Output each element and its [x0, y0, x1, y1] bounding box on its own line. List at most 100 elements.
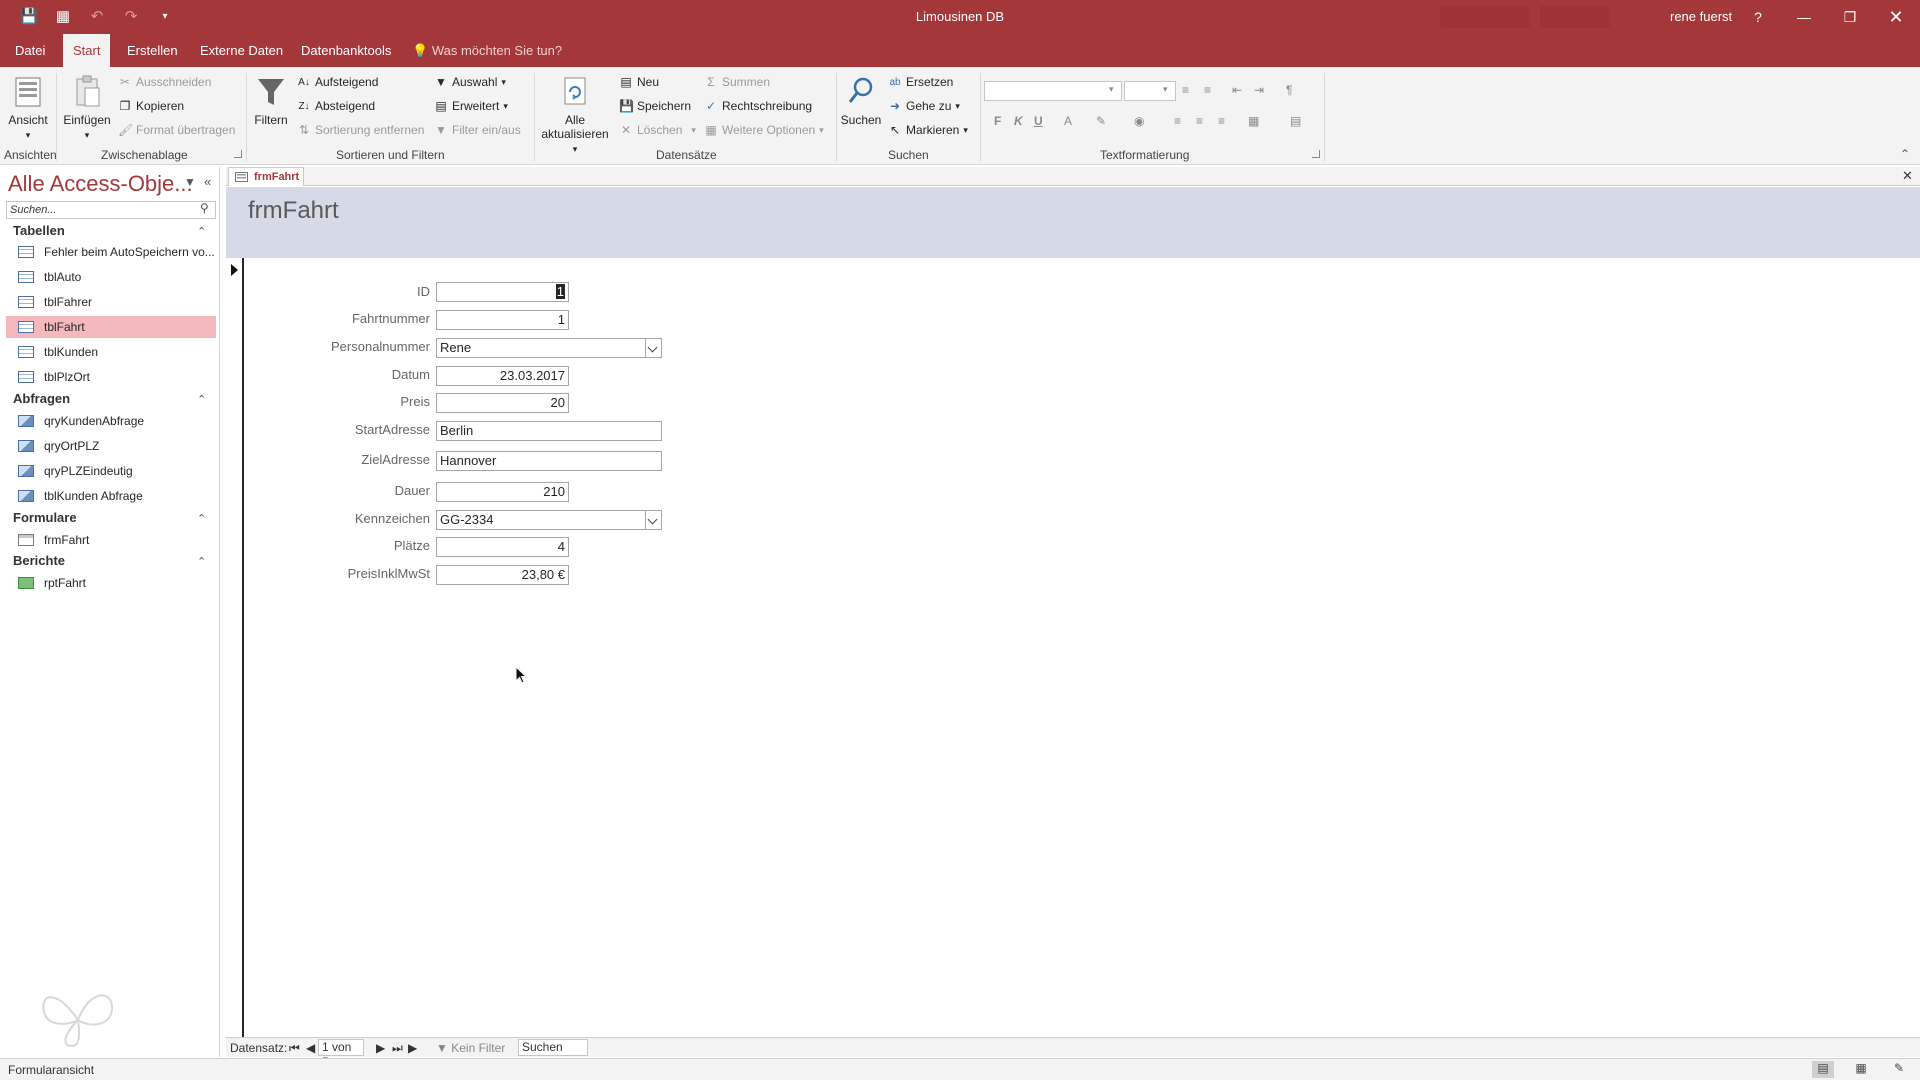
nav-item-query[interactable]: qryKundenAbfrage [6, 410, 216, 432]
alle-aktualisieren-button[interactable]: Alle aktualisieren ▾ [540, 75, 610, 155]
markieren-button[interactable]: ↖ Markieren ▾ [888, 123, 968, 137]
new-record-icon[interactable]: ▶ [408, 1041, 417, 1055]
nav-item-table[interactable]: Fehler beim AutoSpeichern vo... [6, 241, 216, 263]
nav-group-tabellen[interactable]: Tabellen [13, 223, 65, 238]
dialog-launcher-icon[interactable] [1312, 150, 1320, 158]
field-datum[interactable]: 23.03.2017 [436, 366, 569, 386]
previous-record-icon[interactable]: ◀ [306, 1041, 315, 1055]
nav-search-input[interactable]: Suchen... [6, 201, 216, 219]
chevron-up-icon[interactable]: ⌃ [197, 393, 206, 406]
field-zieladresse[interactable]: Hannover [436, 451, 662, 471]
field-plaetze[interactable]: 4 [436, 537, 569, 557]
ausschneiden-button[interactable]: ✂ Ausschneiden [118, 75, 211, 89]
nav-item-query[interactable]: tblKunden Abfrage [6, 485, 216, 507]
underline-button[interactable]: U [1034, 114, 1043, 128]
font-color-icon[interactable]: A [1064, 114, 1072, 128]
erweitert-button[interactable]: ▤ Erweitert ▾ [434, 99, 508, 113]
nav-group-abfragen[interactable]: Abfragen [13, 391, 70, 406]
weitere-optionen-button[interactable]: ▦ Weitere Optionen ▾ [704, 123, 823, 137]
tab-datei[interactable]: Datei [5, 34, 55, 67]
record-search-input[interactable]: Suchen [518, 1039, 588, 1056]
nav-group-berichte[interactable]: Berichte [13, 553, 65, 568]
tab-externe-daten[interactable]: Externe Daten [190, 34, 293, 67]
nav-item-table[interactable]: tblKunden [6, 341, 216, 363]
kopieren-button[interactable]: ❐ Kopieren [118, 99, 184, 113]
layout-view-icon[interactable]: ▦ [1850, 1061, 1872, 1078]
first-record-icon[interactable]: ⏮ [289, 1041, 300, 1056]
nav-item-table[interactable]: tblFahrer [6, 291, 216, 313]
design-view-icon[interactable]: ✎ [1888, 1061, 1910, 1078]
minimize-icon[interactable]: — [1781, 0, 1827, 34]
field-preis[interactable]: 20 [436, 393, 569, 413]
chevron-up-icon[interactable]: ⌃ [197, 512, 206, 525]
record-position-input[interactable]: 1 von 5 [318, 1039, 364, 1069]
nav-item-table[interactable]: tblAuto [6, 266, 216, 288]
summen-button[interactable]: Σ Summen [704, 75, 770, 89]
chevron-down-icon[interactable] [645, 511, 661, 529]
form-view-icon[interactable]: ▤ [1812, 1061, 1834, 1078]
rechtschreibung-button[interactable]: ✓ Rechtschreibung [704, 99, 812, 113]
gehe-zu-button[interactable]: ➜ Gehe zu ▾ [888, 99, 960, 113]
nav-item-report[interactable]: rptFahrt [6, 572, 216, 594]
last-record-icon[interactable]: ⏭ [392, 1041, 403, 1056]
tab-start[interactable]: Start [63, 34, 111, 67]
search-icon[interactable]: ⚲ [200, 201, 209, 215]
field-dauer[interactable]: 210 [436, 482, 569, 502]
aufsteigend-button[interactable]: A↓ Aufsteigend [297, 75, 378, 89]
ansicht-button[interactable]: Ansicht ▾ [6, 75, 50, 141]
nav-item-table-selected[interactable]: tblFahrt [6, 316, 216, 338]
highlight-icon[interactable]: ✎ [1096, 114, 1106, 128]
bold-button[interactable]: F [994, 114, 1001, 128]
paragraph-direction-icon[interactable]: ¶ [1286, 83, 1292, 97]
help-button[interactable]: ? [1735, 0, 1781, 34]
speichern-button[interactable]: 💾 Speichern [619, 99, 691, 113]
indent-decrease-icon[interactable]: ⇤ [1232, 83, 1242, 97]
close-icon[interactable]: ✕ [1873, 0, 1919, 34]
field-personalnummer-combo[interactable]: Rene [436, 338, 662, 358]
nav-group-formulare[interactable]: Formulare [13, 510, 77, 525]
next-record-icon[interactable]: ▶ [376, 1041, 385, 1055]
einfuegen-button[interactable]: Einfügen ▾ [62, 75, 112, 141]
nav-item-query[interactable]: qryPLZEindeutig [6, 460, 216, 482]
loeschen-button[interactable]: ✕ Löschen ▾ [619, 123, 696, 137]
filtern-button[interactable]: Filtern [250, 75, 292, 127]
tab-datenbanktools[interactable]: Datenbanktools [291, 34, 401, 67]
sortierung-entfernen-button[interactable]: ⇅ Sortierung entfernen [297, 123, 424, 137]
field-fahrtnummer[interactable]: 1 [436, 310, 569, 330]
align-right-icon[interactable]: ≡ [1218, 114, 1225, 128]
chevron-down-icon[interactable]: ▼ [184, 175, 196, 189]
gridlines-icon[interactable]: ▦ [1248, 114, 1259, 128]
field-preisinklmwst[interactable]: 23,80 € [436, 565, 569, 585]
filter-ein-aus-button[interactable]: ▼ Filter ein/aus [434, 123, 521, 137]
user-name[interactable]: rene fuerst [1670, 9, 1732, 24]
dialog-launcher-icon[interactable] [234, 150, 242, 158]
chevron-down-icon[interactable] [645, 339, 661, 357]
tab-erstellen[interactable]: Erstellen [117, 34, 188, 67]
nav-item-form[interactable]: frmFahrt [6, 529, 216, 551]
field-kennzeichen-combo[interactable]: GG-2334 [436, 510, 662, 530]
indent-increase-icon[interactable]: ⇥ [1254, 83, 1264, 97]
tell-me-search[interactable]: 💡 Was möchten Sie tun? [412, 34, 562, 67]
ersetzen-button[interactable]: ab Ersetzen [888, 75, 953, 89]
field-startadresse[interactable]: Berlin [436, 421, 662, 441]
align-left-icon[interactable]: ≡ [1174, 114, 1181, 128]
font-name-combo[interactable]: ▾ [984, 81, 1122, 101]
no-filter-button[interactable]: ▼ Kein Filter [436, 1041, 505, 1055]
neu-button[interactable]: ▤ Neu [619, 75, 659, 89]
format-uebertragen-button[interactable]: 🖌 Format übertragen [118, 123, 235, 137]
nav-item-query[interactable]: qryOrtPLZ [6, 435, 216, 457]
fill-color-icon[interactable]: ◉ [1134, 114, 1144, 128]
restore-icon[interactable]: ❐ [1827, 0, 1873, 34]
numbered-list-icon[interactable]: ≡ [1204, 83, 1211, 97]
document-tab-frmfahrt[interactable]: frmFahrt [228, 167, 304, 186]
align-center-icon[interactable]: ≡ [1196, 114, 1203, 128]
collapse-pane-icon[interactable]: « [204, 174, 211, 189]
chevron-up-icon[interactable]: ⌃ [197, 225, 206, 238]
absteigend-button[interactable]: Z↓ Absteigend [297, 99, 375, 113]
close-document-icon[interactable]: ✕ [1902, 168, 1913, 184]
collapse-ribbon-icon[interactable]: ⌃ [1900, 147, 1910, 161]
nav-pane-title[interactable]: Alle Access-Obje... [8, 171, 193, 197]
suchen-button[interactable]: Suchen [840, 75, 882, 127]
field-id[interactable]: 1 [436, 282, 569, 302]
font-size-combo[interactable]: ▾ [1124, 81, 1176, 101]
